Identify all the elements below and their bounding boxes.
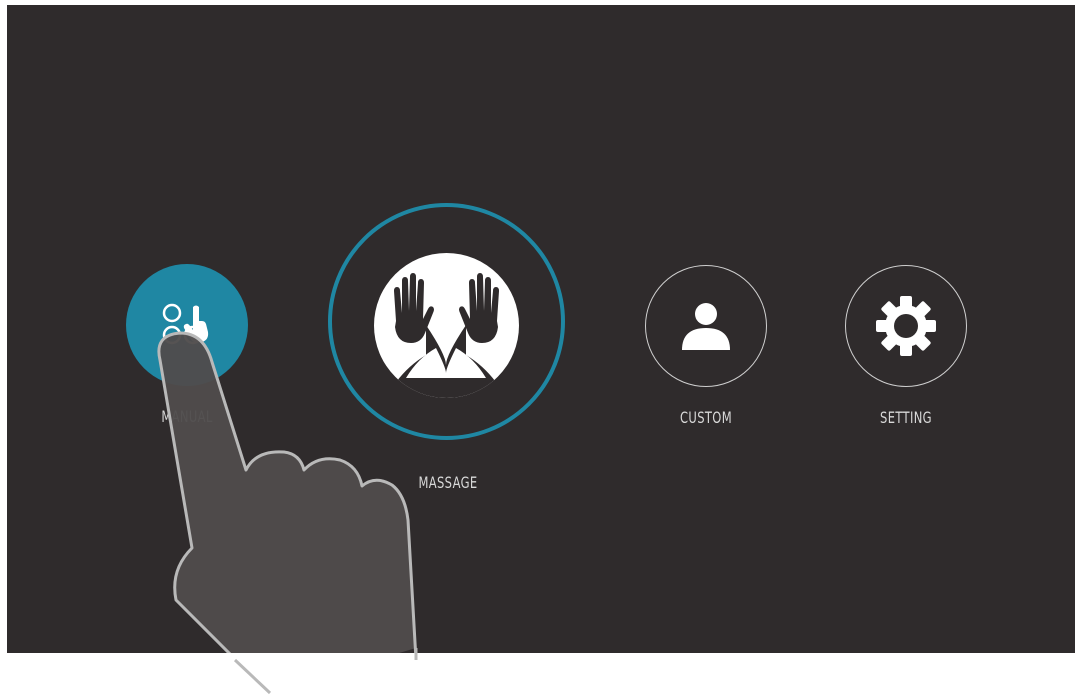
massage-button[interactable]: MASSAGE — [328, 203, 568, 498]
main-menu-screen: MANUAL MASSAGE CUSTOM SETTING — [7, 5, 1075, 653]
hands-icon — [386, 273, 506, 398]
touch-grid-icon — [162, 303, 209, 345]
setting-button[interactable]: SETTING — [845, 265, 967, 435]
manual-button[interactable]: MANUAL — [126, 264, 248, 434]
custom-button[interactable]: CUSTOM — [645, 265, 767, 435]
user-icon — [682, 303, 730, 350]
custom-label: CUSTOM — [680, 408, 732, 427]
manual-button-circle[interactable] — [126, 264, 248, 386]
setting-button-circle[interactable] — [845, 265, 967, 387]
gear-icon — [876, 296, 936, 356]
massage-inner-circle[interactable] — [374, 253, 519, 398]
setting-label: SETTING — [880, 408, 932, 427]
manual-label: MANUAL — [161, 407, 213, 426]
custom-button-circle[interactable] — [645, 265, 767, 387]
massage-label: MASSAGE — [418, 473, 478, 492]
